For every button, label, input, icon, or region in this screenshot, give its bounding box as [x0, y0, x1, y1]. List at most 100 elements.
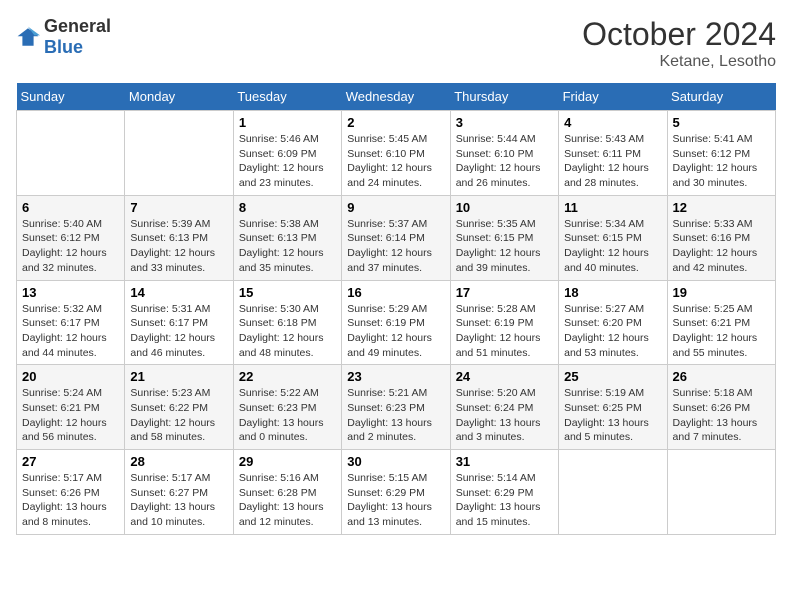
calendar-cell: 11 Sunrise: 5:34 AM Sunset: 6:15 PM Dayli… — [559, 195, 667, 280]
calendar-cell: 2 Sunrise: 5:45 AM Sunset: 6:10 PM Daylig… — [342, 111, 450, 196]
day-number: 19 — [673, 285, 770, 300]
calendar-cell: 5 Sunrise: 5:41 AM Sunset: 6:12 PM Daylig… — [667, 111, 775, 196]
calendar-cell: 20 Sunrise: 5:24 AM Sunset: 6:21 PM Dayli… — [17, 365, 125, 450]
day-info: Sunrise: 5:24 AM Sunset: 6:21 PM Dayligh… — [22, 386, 119, 445]
day-info: Sunrise: 5:25 AM Sunset: 6:21 PM Dayligh… — [673, 302, 770, 361]
calendar-cell: 15 Sunrise: 5:30 AM Sunset: 6:18 PM Dayli… — [233, 280, 341, 365]
day-info: Sunrise: 5:30 AM Sunset: 6:18 PM Dayligh… — [239, 302, 336, 361]
day-info: Sunrise: 5:28 AM Sunset: 6:19 PM Dayligh… — [456, 302, 553, 361]
day-number: 5 — [673, 115, 770, 130]
day-info: Sunrise: 5:34 AM Sunset: 6:15 PM Dayligh… — [564, 217, 661, 276]
calendar-cell: 1Sunrise: 5:46 AM Sunset: 6:09 PM Daylig… — [233, 111, 341, 196]
day-number: 8 — [239, 200, 336, 215]
day-info: Sunrise: 5:40 AM Sunset: 6:12 PM Dayligh… — [22, 217, 119, 276]
day-info: Sunrise: 5:16 AM Sunset: 6:28 PM Dayligh… — [239, 471, 336, 530]
calendar-cell: 14Sunrise: 5:31 AM Sunset: 6:17 PM Dayli… — [125, 280, 233, 365]
day-number: 13 — [22, 285, 119, 300]
calendar-cell: 25 Sunrise: 5:19 AM Sunset: 6:25 PM Dayli… — [559, 365, 667, 450]
calendar-cell: 22 Sunrise: 5:22 AM Sunset: 6:23 PM Dayli… — [233, 365, 341, 450]
calendar-cell — [559, 450, 667, 535]
day-number: 30 — [347, 454, 444, 469]
day-info: Sunrise: 5:19 AM Sunset: 6:25 PM Dayligh… — [564, 386, 661, 445]
day-number: 26 — [673, 369, 770, 384]
day-number: 15 — [239, 285, 336, 300]
calendar-cell: 16 Sunrise: 5:29 AM Sunset: 6:19 PM Dayli… — [342, 280, 450, 365]
day-number: 16 — [347, 285, 444, 300]
day-info: Sunrise: 5:17 AM Sunset: 6:26 PM Dayligh… — [22, 471, 119, 530]
day-info: Sunrise: 5:31 AM Sunset: 6:17 PM Dayligh… — [130, 302, 227, 361]
calendar-cell: 6Sunrise: 5:40 AM Sunset: 6:12 PM Daylig… — [17, 195, 125, 280]
weekday-header: Wednesday — [342, 83, 450, 111]
page-header: General Blue October 2024 Ketane, Lesoth… — [16, 16, 776, 71]
calendar-week-row: 20 Sunrise: 5:24 AM Sunset: 6:21 PM Dayli… — [17, 365, 776, 450]
day-number: 25 — [564, 369, 661, 384]
day-number: 4 — [564, 115, 661, 130]
day-info: Sunrise: 5:14 AM Sunset: 6:29 PM Dayligh… — [456, 471, 553, 530]
day-info: Sunrise: 5:45 AM Sunset: 6:10 PM Dayligh… — [347, 132, 444, 191]
day-number: 28 — [130, 454, 227, 469]
day-number: 29 — [239, 454, 336, 469]
day-number: 1 — [239, 115, 336, 130]
calendar-cell: 28 Sunrise: 5:17 AM Sunset: 6:27 PM Dayli… — [125, 450, 233, 535]
calendar-cell: 3Sunrise: 5:44 AM Sunset: 6:10 PM Daylig… — [450, 111, 558, 196]
day-info: Sunrise: 5:37 AM Sunset: 6:14 PM Dayligh… — [347, 217, 444, 276]
calendar-week-row: 6Sunrise: 5:40 AM Sunset: 6:12 PM Daylig… — [17, 195, 776, 280]
day-info: Sunrise: 5:33 AM Sunset: 6:16 PM Dayligh… — [673, 217, 770, 276]
weekday-header: Tuesday — [233, 83, 341, 111]
calendar-cell: 17 Sunrise: 5:28 AM Sunset: 6:19 PM Dayli… — [450, 280, 558, 365]
day-info: Sunrise: 5:29 AM Sunset: 6:19 PM Dayligh… — [347, 302, 444, 361]
calendar-cell: 13Sunrise: 5:32 AM Sunset: 6:17 PM Dayli… — [17, 280, 125, 365]
calendar-cell: 9 Sunrise: 5:37 AM Sunset: 6:14 PM Daylig… — [342, 195, 450, 280]
logo-icon — [16, 25, 40, 49]
day-number: 31 — [456, 454, 553, 469]
weekday-header: Thursday — [450, 83, 558, 111]
day-number: 24 — [456, 369, 553, 384]
logo-text: General Blue — [44, 16, 111, 58]
calendar-cell: 7 Sunrise: 5:39 AM Sunset: 6:13 PM Daylig… — [125, 195, 233, 280]
day-number: 22 — [239, 369, 336, 384]
day-info: Sunrise: 5:20 AM Sunset: 6:24 PM Dayligh… — [456, 386, 553, 445]
calendar-week-row: 1Sunrise: 5:46 AM Sunset: 6:09 PM Daylig… — [17, 111, 776, 196]
calendar-cell: 26 Sunrise: 5:18 AM Sunset: 6:26 PM Dayli… — [667, 365, 775, 450]
day-info: Sunrise: 5:18 AM Sunset: 6:26 PM Dayligh… — [673, 386, 770, 445]
calendar-cell: 18Sunrise: 5:27 AM Sunset: 6:20 PM Dayli… — [559, 280, 667, 365]
day-number: 21 — [130, 369, 227, 384]
day-number: 20 — [22, 369, 119, 384]
calendar-cell: 31 Sunrise: 5:14 AM Sunset: 6:29 PM Dayli… — [450, 450, 558, 535]
day-info: Sunrise: 5:35 AM Sunset: 6:15 PM Dayligh… — [456, 217, 553, 276]
day-number: 2 — [347, 115, 444, 130]
calendar-week-row: 27Sunrise: 5:17 AM Sunset: 6:26 PM Dayli… — [17, 450, 776, 535]
calendar-cell: 12 Sunrise: 5:33 AM Sunset: 6:16 PM Dayli… — [667, 195, 775, 280]
day-info: Sunrise: 5:17 AM Sunset: 6:27 PM Dayligh… — [130, 471, 227, 530]
calendar-cell: 27Sunrise: 5:17 AM Sunset: 6:26 PM Dayli… — [17, 450, 125, 535]
day-info: Sunrise: 5:41 AM Sunset: 6:12 PM Dayligh… — [673, 132, 770, 191]
calendar-cell: 8 Sunrise: 5:38 AM Sunset: 6:13 PM Daylig… — [233, 195, 341, 280]
day-info: Sunrise: 5:27 AM Sunset: 6:20 PM Dayligh… — [564, 302, 661, 361]
day-number: 23 — [347, 369, 444, 384]
day-info: Sunrise: 5:22 AM Sunset: 6:23 PM Dayligh… — [239, 386, 336, 445]
day-info: Sunrise: 5:43 AM Sunset: 6:11 PM Dayligh… — [564, 132, 661, 191]
calendar-cell: 4 Sunrise: 5:43 AM Sunset: 6:11 PM Daylig… — [559, 111, 667, 196]
calendar-cell — [17, 111, 125, 196]
day-number: 9 — [347, 200, 444, 215]
weekday-header: Friday — [559, 83, 667, 111]
weekday-header: Monday — [125, 83, 233, 111]
day-number: 12 — [673, 200, 770, 215]
calendar-table: SundayMondayTuesdayWednesdayThursdayFrid… — [16, 83, 776, 535]
day-number: 17 — [456, 285, 553, 300]
day-info: Sunrise: 5:39 AM Sunset: 6:13 PM Dayligh… — [130, 217, 227, 276]
calendar-cell: 21Sunrise: 5:23 AM Sunset: 6:22 PM Dayli… — [125, 365, 233, 450]
calendar-header-row: SundayMondayTuesdayWednesdayThursdayFrid… — [17, 83, 776, 111]
weekday-header: Saturday — [667, 83, 775, 111]
calendar-cell: 29 Sunrise: 5:16 AM Sunset: 6:28 PM Dayli… — [233, 450, 341, 535]
day-info: Sunrise: 5:21 AM Sunset: 6:23 PM Dayligh… — [347, 386, 444, 445]
calendar-cell — [667, 450, 775, 535]
title-block: October 2024 Ketane, Lesotho — [582, 16, 776, 71]
day-number: 7 — [130, 200, 227, 215]
day-number: 11 — [564, 200, 661, 215]
calendar-cell: 24 Sunrise: 5:20 AM Sunset: 6:24 PM Dayli… — [450, 365, 558, 450]
day-number: 10 — [456, 200, 553, 215]
calendar-cell: 10 Sunrise: 5:35 AM Sunset: 6:15 PM Dayli… — [450, 195, 558, 280]
calendar-cell: 23 Sunrise: 5:21 AM Sunset: 6:23 PM Dayli… — [342, 365, 450, 450]
day-info: Sunrise: 5:38 AM Sunset: 6:13 PM Dayligh… — [239, 217, 336, 276]
